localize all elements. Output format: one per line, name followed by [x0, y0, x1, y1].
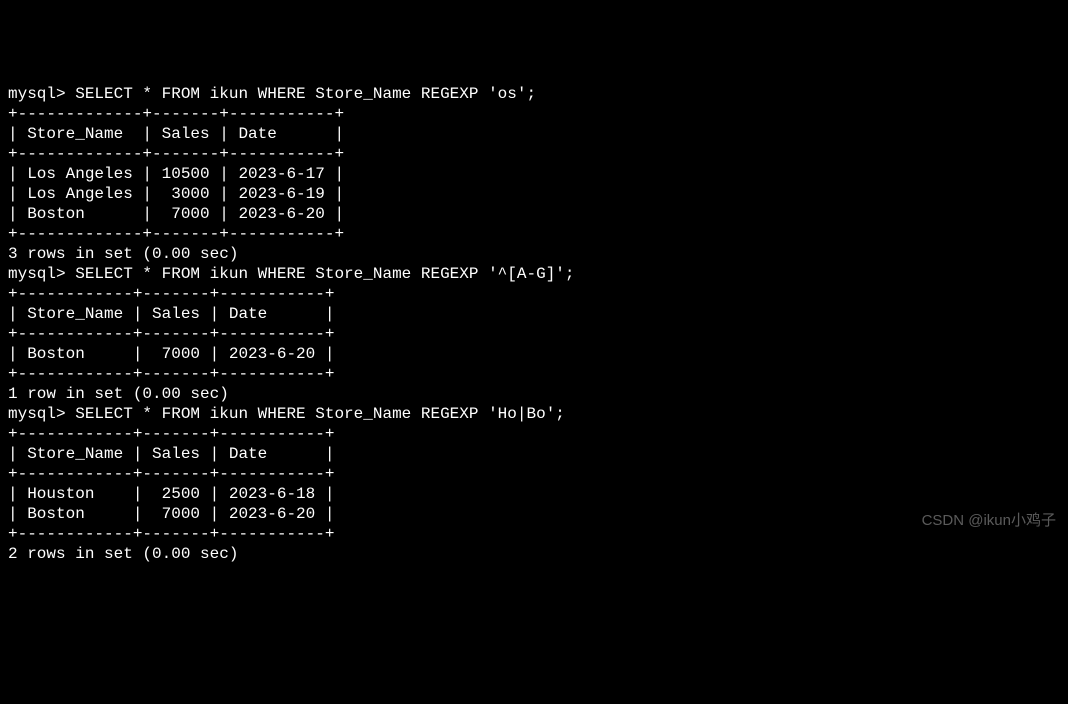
- status-line: 2 rows in set (0.00 sec): [8, 544, 1060, 564]
- table-border: +-------------+-------+-----------+: [8, 224, 1060, 244]
- table-border: +------------+-------+-----------+: [8, 464, 1060, 484]
- table-header: | Store_Name | Sales | Date |: [8, 124, 1060, 144]
- table-header: | Store_Name | Sales | Date |: [8, 444, 1060, 464]
- table-border: +------------+-------+-----------+: [8, 324, 1060, 344]
- table-row: | Los Angeles | 10500 | 2023-6-17 |: [8, 164, 1060, 184]
- sql-query: mysql> SELECT * FROM ikun WHERE Store_Na…: [8, 84, 1060, 104]
- table-border: +-------------+-------+-----------+: [8, 104, 1060, 124]
- table-row: | Boston | 7000 | 2023-6-20 |: [8, 504, 1060, 524]
- table-border: +------------+-------+-----------+: [8, 284, 1060, 304]
- sql-query: mysql> SELECT * FROM ikun WHERE Store_Na…: [8, 264, 1060, 284]
- table-border: +------------+-------+-----------+: [8, 424, 1060, 444]
- table-row: | Houston | 2500 | 2023-6-18 |: [8, 484, 1060, 504]
- table-row: | Boston | 7000 | 2023-6-20 |: [8, 344, 1060, 364]
- table-header: | Store_Name | Sales | Date |: [8, 304, 1060, 324]
- status-line: 1 row in set (0.00 sec): [8, 384, 1060, 404]
- watermark-text: CSDN @ikun小鸡子: [922, 512, 1056, 531]
- status-line: 3 rows in set (0.00 sec): [8, 244, 1060, 264]
- terminal-output[interactable]: mysql> SELECT * FROM ikun WHERE Store_Na…: [8, 84, 1060, 564]
- table-border: +------------+-------+-----------+: [8, 364, 1060, 384]
- table-border: +-------------+-------+-----------+: [8, 144, 1060, 164]
- sql-query: mysql> SELECT * FROM ikun WHERE Store_Na…: [8, 404, 1060, 424]
- table-row: | Boston | 7000 | 2023-6-20 |: [8, 204, 1060, 224]
- table-row: | Los Angeles | 3000 | 2023-6-19 |: [8, 184, 1060, 204]
- table-border: +------------+-------+-----------+: [8, 524, 1060, 544]
